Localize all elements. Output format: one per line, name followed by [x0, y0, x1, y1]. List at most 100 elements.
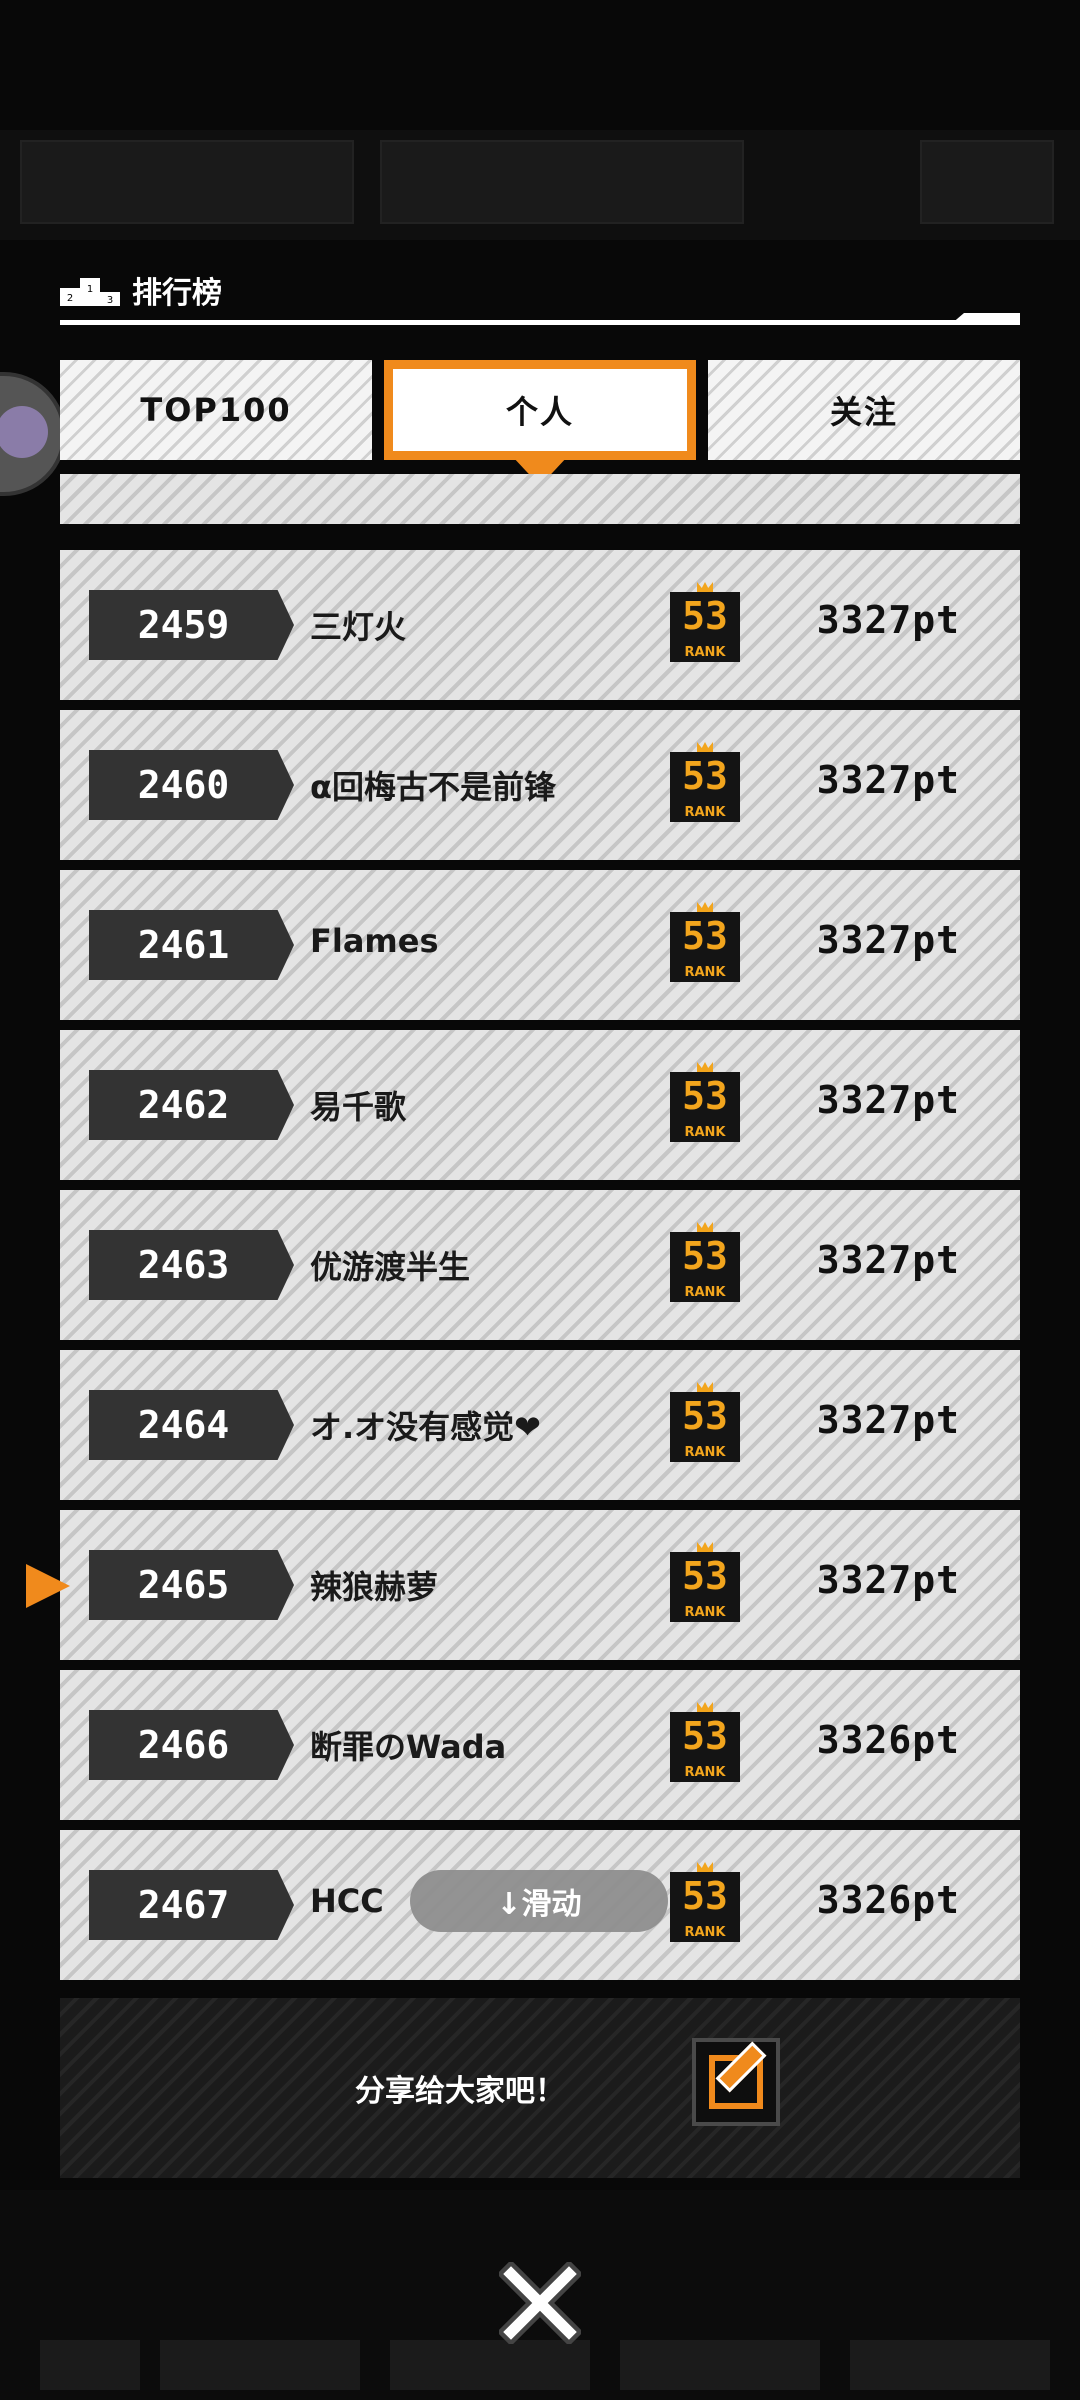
crown-icon	[697, 1702, 713, 1712]
ranking-tabs: TOP100 个人 关注	[60, 360, 1020, 486]
rank-level: 53	[682, 594, 728, 638]
edit-share-icon	[709, 2041, 767, 2109]
podium-icon: 2 1 3	[60, 278, 120, 306]
crown-icon	[697, 1862, 713, 1872]
table-row[interactable]: 2465 辣狼赫萝 53 RANK 3327pt	[60, 1510, 1020, 1660]
player-points: 3327pt	[816, 918, 960, 962]
player-name: 三灯火	[310, 608, 407, 646]
background-nav-item	[40, 2340, 140, 2390]
crown-icon	[697, 1062, 713, 1072]
crown-icon	[697, 742, 713, 752]
rank-level-badge-icon: 53 RANK	[670, 1062, 740, 1142]
crown-icon	[697, 582, 713, 592]
rank-level-badge-icon: 53 RANK	[670, 902, 740, 982]
rank-level-label: RANK	[670, 1125, 740, 1140]
player-name: オ.オ没有感觉❤	[310, 1408, 541, 1446]
rank-level: 53	[682, 1074, 728, 1118]
tab-personal[interactable]: 个人	[384, 360, 696, 460]
rank-level-label: RANK	[670, 1445, 740, 1460]
rank-level-badge-icon: 53 RANK	[670, 1222, 740, 1302]
svg-text:3: 3	[107, 295, 113, 306]
rank-level-label: RANK	[670, 1605, 740, 1620]
current-row-arrow-icon	[26, 1564, 70, 1608]
crown-icon	[697, 1222, 713, 1232]
tab-top100[interactable]: TOP100	[60, 360, 372, 460]
rank-level-badge-icon: 53 RANK	[670, 742, 740, 822]
table-row[interactable]: 2460 α回梅古不是前锋 53 RANK 3327pt	[60, 710, 1020, 860]
rank-level-badge-icon: 53 RANK	[670, 582, 740, 662]
rank-level: 53	[682, 1234, 728, 1278]
rank-level: 53	[682, 754, 728, 798]
player-name: 辣狼赫萝	[310, 1568, 439, 1606]
share-bar[interactable]: 分享给大家吧！	[60, 1998, 1020, 2178]
background-nav-item	[390, 2340, 590, 2390]
crown-icon	[697, 1382, 713, 1392]
player-points: 3327pt	[816, 1398, 960, 1442]
rank-level-label: RANK	[670, 805, 740, 820]
table-row[interactable]: 2463 优游渡半生 53 RANK 3327pt	[60, 1190, 1020, 1340]
rank-level-label: RANK	[670, 1285, 740, 1300]
player-name: 优游渡半生	[310, 1248, 471, 1286]
player-points: 3327pt	[816, 1078, 960, 1122]
ranking-list[interactable]: 2459 三灯火 53 RANK 3327pt 2460 α回梅古不是前锋 53 RANK 332…	[60, 474, 1020, 1984]
rank-number: 2461	[89, 910, 294, 980]
avatar	[0, 406, 48, 458]
player-points: 3326pt	[816, 1718, 960, 1762]
rank-level: 53	[682, 1554, 728, 1598]
rank-level-label: RANK	[670, 1925, 740, 1940]
rank-level-badge-icon: 53 RANK	[670, 1862, 740, 1942]
share-button[interactable]	[692, 2038, 780, 2126]
player-name: 易千歌	[310, 1088, 407, 1126]
player-points: 3327pt	[816, 1558, 960, 1602]
svg-text:2: 2	[67, 293, 73, 304]
rank-number: 2459	[89, 590, 294, 660]
svg-text:1: 1	[87, 284, 93, 295]
table-row-partial[interactable]	[60, 474, 1020, 524]
player-points: 3327pt	[816, 758, 960, 802]
rank-level: 53	[682, 914, 728, 958]
rank-number: 2460	[89, 750, 294, 820]
panel-title: 排行榜	[132, 276, 222, 311]
ranking-header: 2 1 3 排行榜	[60, 258, 1020, 328]
background-nav-item	[850, 2340, 1050, 2390]
rank-level-badge-icon: 53 RANK	[670, 1542, 740, 1622]
player-name: 断罪のWada	[310, 1728, 507, 1766]
player-name: HCC	[310, 1882, 384, 1920]
player-name: Flames	[310, 922, 439, 960]
scroll-hint: ↓滑动	[410, 1870, 668, 1932]
rank-level-label: RANK	[670, 1765, 740, 1780]
rank-level: 53	[682, 1394, 728, 1438]
background-nav-item	[620, 2340, 820, 2390]
side-avatar-button[interactable]	[0, 372, 66, 496]
table-row[interactable]: 2464 オ.オ没有感觉❤ 53 RANK 3327pt	[60, 1350, 1020, 1500]
player-points: 3327pt	[816, 598, 960, 642]
background-stamina	[380, 140, 744, 224]
table-row[interactable]: 2461 Flames 53 RANK 3327pt	[60, 870, 1020, 1020]
table-row[interactable]: 2462 易千歌 53 RANK 3327pt	[60, 1030, 1020, 1180]
rank-number: 2463	[89, 1230, 294, 1300]
header-divider	[60, 320, 1020, 325]
rank-level-label: RANK	[670, 965, 740, 980]
rank-level-badge-icon: 53 RANK	[670, 1702, 740, 1782]
rank-number: 2466	[89, 1710, 294, 1780]
header-divider-accent	[950, 313, 1020, 325]
rank-number: 2464	[89, 1390, 294, 1460]
share-label: 分享给大家吧！	[355, 2074, 565, 2109]
rank-level-badge-icon: 53 RANK	[670, 1382, 740, 1462]
rank-level: 53	[682, 1714, 728, 1758]
player-points: 3326pt	[816, 1878, 960, 1922]
background-nav-item	[160, 2340, 360, 2390]
rank-level-label: RANK	[670, 645, 740, 660]
background-menu	[920, 140, 1054, 224]
rank-number: 2467	[89, 1870, 294, 1940]
table-row[interactable]: 2459 三灯火 53 RANK 3327pt	[60, 550, 1020, 700]
tab-following[interactable]: 关注	[708, 360, 1020, 460]
background-profile	[20, 140, 354, 224]
rank-number: 2465	[89, 1550, 294, 1620]
table-row[interactable]: 2466 断罪のWada 53 RANK 3326pt	[60, 1670, 1020, 1820]
crown-icon	[697, 1542, 713, 1552]
crown-icon	[697, 902, 713, 912]
rank-level: 53	[682, 1874, 728, 1918]
rank-number: 2462	[89, 1070, 294, 1140]
close-icon[interactable]	[499, 2262, 581, 2344]
